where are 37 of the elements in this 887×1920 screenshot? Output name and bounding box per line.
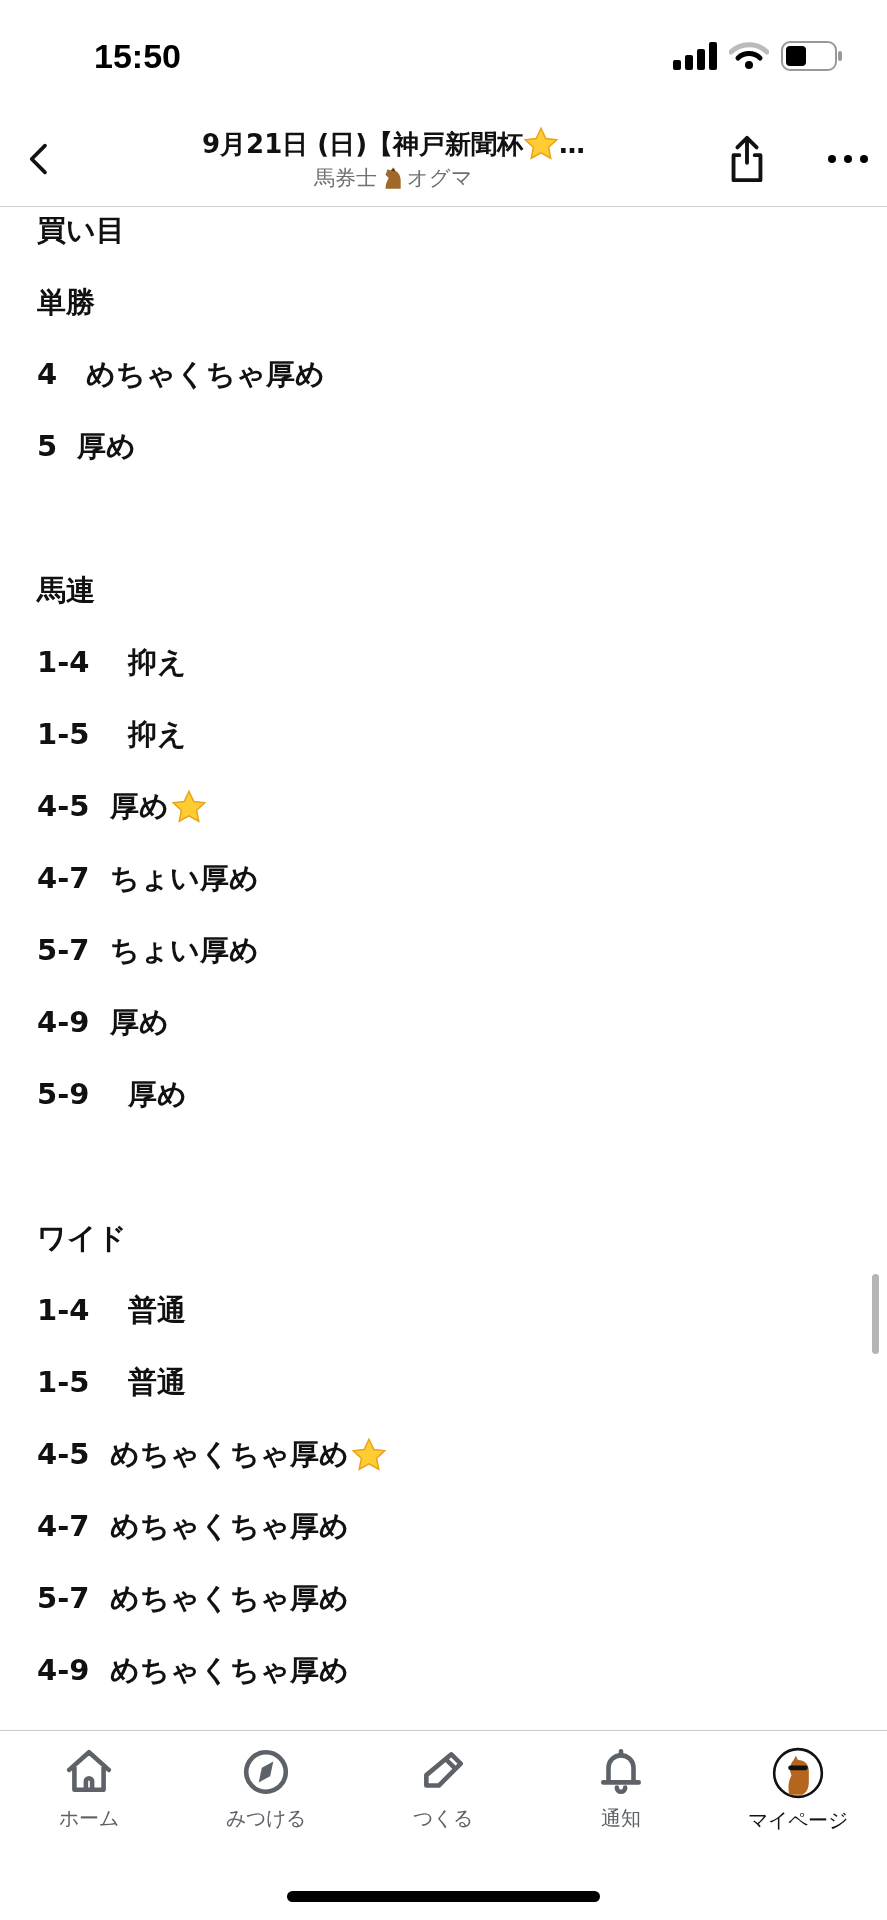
bet-type-heading: ワイド (37, 1220, 127, 1257)
more-icon (827, 154, 869, 164)
star-icon (170, 789, 207, 825)
tab-bar-item[interactable]: つくる (354, 1747, 533, 1832)
signal-icon (673, 42, 717, 70)
battery-icon (781, 41, 843, 71)
bet-line: 4-7 めちゃくちゃ厚め (37, 1508, 349, 1545)
bet-line: 4-5 めちゃくちゃ厚め (37, 1436, 349, 1473)
author-name: オグマ (407, 165, 473, 192)
bet-type-heading: 単勝 (37, 284, 95, 321)
bet-line: 5-7 ちょい厚め (37, 932, 259, 969)
star-icon (523, 126, 560, 162)
bet-type-heading: 馬連 (37, 572, 95, 609)
bet-line: 4-9 厚め (37, 1004, 169, 1041)
bet-line: 5-7 めちゃくちゃ厚め (37, 1580, 349, 1617)
section-heading: 買い目 (37, 212, 125, 249)
title-ellipsis: … (559, 129, 586, 159)
tab-bar-item[interactable]: ホーム (0, 1747, 178, 1832)
status-time: 15:50 (94, 36, 181, 76)
bet-line: 1-5 普通 (37, 1364, 187, 1401)
bet-line: 1-4 抑え (37, 644, 188, 681)
tab-bar-item[interactable]: 通知 (532, 1747, 710, 1832)
bet-line: 4-9 めちゃくちゃ厚め (37, 1652, 349, 1689)
avatar-icon (772, 1747, 825, 1799)
star-icon (350, 1437, 387, 1473)
bet-line: 4-5 厚め (37, 788, 169, 825)
tab-bar-item[interactable]: マイページ (709, 1747, 887, 1834)
bet-line: 1-4 普通 (37, 1292, 187, 1329)
tab-bar-item[interactable]: みつける (177, 1747, 355, 1832)
bet-line: 4-7 ちょい厚め (37, 860, 259, 897)
bet-line: 4 めちゃくちゃ厚め (37, 356, 326, 393)
bet-line: 1-5 抑え (37, 716, 188, 753)
wifi-icon (729, 42, 769, 70)
article-title: 9月21日 (日)【神戸新聞杯 (201, 127, 524, 161)
bet-line: 5-9 厚め (37, 1076, 188, 1113)
bet-line: 5 厚め (37, 428, 137, 465)
author-prefix: 馬券士 (314, 165, 377, 192)
